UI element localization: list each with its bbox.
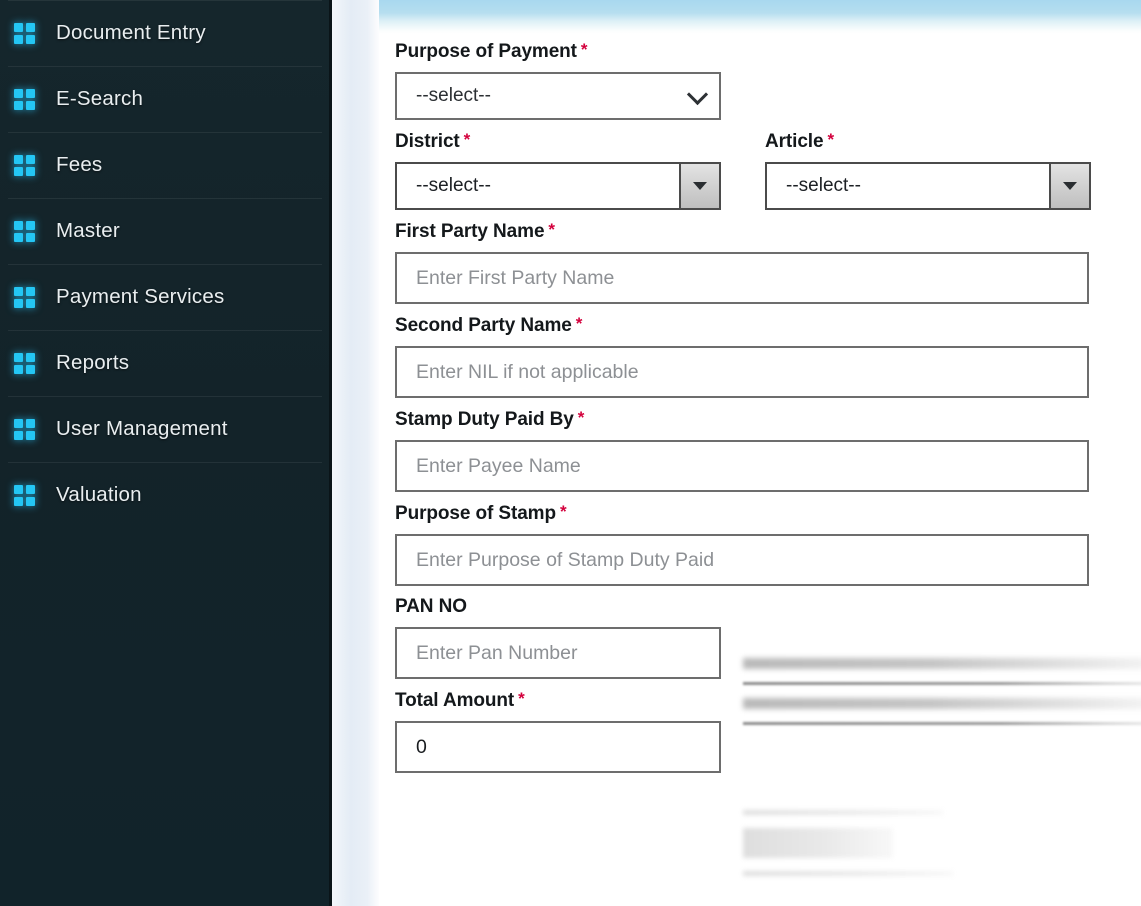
article-dropdown-button[interactable] (1049, 164, 1089, 208)
sidebar: Document Entry E-Search Fees Master Paym… (0, 0, 332, 906)
grid-icon (14, 484, 35, 506)
field-label: Second Party Name * (395, 314, 1141, 337)
purpose-of-payment-select[interactable]: --select-- (395, 72, 721, 120)
caret-down-icon (693, 182, 707, 190)
app-window: Document Entry E-Search Fees Master Paym… (0, 0, 1141, 906)
blurred-bar (743, 828, 893, 858)
payment-form: Purpose of Payment * --select-- District *… (379, 0, 1141, 876)
field-label: Total Amount * (395, 689, 1141, 712)
select-value: --select-- (416, 175, 491, 196)
field-district: District * --select-- (395, 130, 721, 210)
required-marker: * (548, 220, 555, 239)
field-article: Article * --select-- (765, 130, 1091, 210)
field-label: Article * (765, 130, 1091, 153)
grid-icon (14, 88, 35, 110)
field-label-text: District (395, 131, 460, 152)
main-content: Purpose of Payment * --select-- District *… (379, 0, 1141, 906)
required-marker: * (827, 130, 834, 149)
content-gutter (332, 0, 379, 906)
field-label-text: Second Party Name (395, 315, 572, 336)
sidebar-item-reports[interactable]: Reports (0, 330, 332, 396)
field-pan-no: PAN NO Enter Pan Number (395, 596, 1141, 679)
first-party-name-input[interactable]: Enter First Party Name (395, 252, 1089, 304)
required-marker: * (518, 689, 525, 708)
field-label-text: First Party Name (395, 221, 545, 242)
sidebar-item-label: Payment Services (56, 285, 225, 308)
field-purpose-of-payment: Purpose of Payment * --select-- (395, 40, 1141, 120)
total-amount-input[interactable]: 0 (395, 721, 721, 773)
grid-icon (14, 22, 35, 44)
field-label: District * (395, 130, 721, 153)
grid-icon (14, 418, 35, 440)
district-dropdown-button[interactable] (679, 164, 719, 208)
field-label-text: Total Amount (395, 690, 515, 711)
field-label: Purpose of Stamp * (395, 502, 1141, 525)
sidebar-item-label: Master (56, 219, 120, 242)
district-select[interactable]: --select-- (395, 162, 721, 210)
sidebar-item-label: Reports (56, 351, 130, 374)
grid-icon (14, 220, 35, 242)
required-marker: * (463, 130, 471, 149)
sidebar-item-label: Valuation (56, 483, 142, 506)
field-purpose-of-stamp: Purpose of Stamp * Enter Purpose of Stamp… (395, 502, 1141, 586)
required-marker: * (575, 314, 583, 333)
blurred-bar (743, 682, 1141, 685)
sidebar-item-fees[interactable]: Fees (0, 132, 332, 198)
sidebar-item-valuation[interactable]: Valuation (0, 462, 332, 528)
sidebar-item-user-management[interactable]: User Management (0, 396, 332, 462)
grid-icon (14, 154, 35, 176)
sidebar-item-e-search[interactable]: E-Search (0, 66, 332, 132)
chevron-down-icon (686, 83, 709, 106)
field-label-text: Stamp Duty Paid By (395, 409, 574, 430)
required-marker: * (577, 408, 585, 427)
select-value: --select-- (416, 85, 491, 106)
field-label: Purpose of Payment * (395, 40, 1141, 63)
sidebar-item-label: User Management (56, 417, 228, 440)
blurred-side-content-lower (743, 810, 973, 889)
sidebar-item-label: Fees (56, 153, 103, 176)
district-article-row: District * --select-- Article * --select-- (395, 130, 1141, 210)
grid-icon (14, 352, 35, 374)
sidebar-item-label: E-Search (56, 87, 144, 110)
purpose-of-stamp-input[interactable]: Enter Purpose of Stamp Duty Paid (395, 534, 1089, 586)
caret-down-icon (1063, 182, 1077, 190)
sidebar-item-master[interactable]: Master (0, 198, 332, 264)
field-label-text: Article (765, 131, 824, 152)
field-label-text: Purpose of Payment (395, 41, 577, 62)
required-marker: * (580, 40, 588, 59)
select-value: --select-- (786, 175, 861, 196)
field-label-text: PAN NO (395, 596, 467, 617)
grid-icon (14, 286, 35, 308)
field-second-party-name: Second Party Name * Enter NIL if not appl… (395, 314, 1141, 398)
field-label: PAN NO (395, 596, 1141, 618)
required-marker: * (559, 502, 567, 521)
field-label: First Party Name * (395, 220, 1141, 243)
article-select[interactable]: --select-- (765, 162, 1091, 210)
field-stamp-duty-paid-by: Stamp Duty Paid By * Enter Payee Name (395, 408, 1141, 492)
sidebar-item-label: Document Entry (56, 21, 206, 44)
stamp-duty-paid-by-input[interactable]: Enter Payee Name (395, 440, 1089, 492)
blurred-bar (743, 871, 953, 876)
field-label: Stamp Duty Paid By * (395, 408, 1141, 431)
sidebar-item-document-entry[interactable]: Document Entry (0, 0, 332, 66)
field-total-amount: Total Amount * 0 (395, 689, 1141, 773)
field-first-party-name: First Party Name * Enter First Party Name (395, 220, 1141, 304)
blurred-bar (743, 810, 943, 815)
field-label-text: Purpose of Stamp (395, 503, 556, 524)
sidebar-item-payment-services[interactable]: Payment Services (0, 264, 332, 330)
pan-no-input[interactable]: Enter Pan Number (395, 627, 721, 679)
second-party-name-input[interactable]: Enter NIL if not applicable (395, 346, 1089, 398)
